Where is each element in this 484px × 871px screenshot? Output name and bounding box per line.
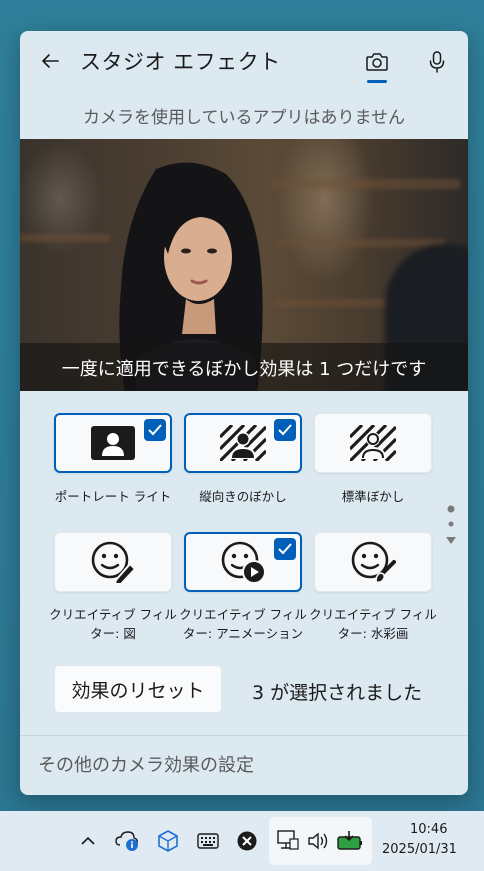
effect-illustrated-filter[interactable] (54, 532, 172, 592)
onedrive-tray[interactable] (112, 825, 144, 857)
selected-count-text: 3 が選択されました (252, 682, 423, 704)
clock-time[interactable]: 10:46 (410, 822, 447, 837)
divider (20, 735, 468, 736)
background-shelf (20, 234, 110, 242)
background-shelf (270, 179, 460, 189)
microphone-icon (429, 51, 445, 73)
illustrated-filter-icon (91, 541, 136, 584)
more-camera-settings-link[interactable]: その他のカメラ効果の設定 (38, 751, 254, 777)
header: スタジオ エフェクト (20, 31, 468, 91)
checkmark-icon (274, 538, 296, 560)
pager-indicator[interactable] (444, 503, 458, 553)
checkmark-icon (274, 419, 296, 441)
app-close-tray[interactable] (231, 825, 263, 857)
effect-portrait-light[interactable] (54, 413, 172, 473)
back-button[interactable] (36, 47, 64, 75)
touch-keyboard-tray[interactable] (192, 825, 224, 857)
effect-label: ポートレート ライト (54, 489, 172, 504)
clock-date[interactable]: 2025/01/31 (382, 842, 457, 857)
battery-charging-icon (337, 831, 362, 850)
effect-standard-blur[interactable] (314, 413, 432, 473)
effect-animated-filter[interactable] (184, 532, 302, 592)
taskbar: 10:46 2025/01/31 (0, 811, 484, 871)
chevron-up-icon (81, 836, 95, 845)
effect-label: クリエイティブ フィルター: 水彩画 (309, 607, 437, 641)
animated-filter-icon (221, 541, 266, 584)
watercolor-filter-icon (351, 541, 396, 583)
pager-dot (448, 521, 454, 527)
cube-network-icon (158, 830, 178, 852)
portrait-blur-icon (220, 425, 266, 461)
effect-label: クリエイティブ フィルター: アニメーション (179, 607, 307, 641)
checkmark-icon (144, 419, 166, 441)
effect-label: 標準ぼかし (341, 489, 405, 504)
network-app-tray[interactable] (152, 825, 184, 857)
pager-dot-active (447, 505, 455, 513)
page-title: スタジオ エフェクト (80, 50, 281, 74)
close-circle-icon (237, 831, 257, 851)
network-wired-icon (277, 830, 299, 850)
tab-microphone[interactable] (422, 47, 452, 77)
show-hidden-icons-button[interactable] (72, 825, 104, 857)
effect-label: 縦向きのぼかし (199, 489, 287, 504)
reset-effects-button[interactable]: 効果のリセット (54, 665, 222, 713)
camera-status-text: カメラを使用しているアプリはありません (83, 108, 405, 128)
pager-down-arrow-icon (446, 537, 456, 544)
blur-limit-caption: 一度に適用できるぼかし効果は 1 つだけです (61, 359, 427, 380)
keyboard-icon (197, 833, 219, 849)
background-shelf (275, 239, 445, 247)
camera-preview: 一度に適用できるぼかし効果は 1 つだけです (20, 139, 468, 391)
tab-camera-indicator (367, 80, 387, 83)
effect-watercolor-filter[interactable] (314, 532, 432, 592)
studio-effects-panel: スタジオ エフェクト カメラを使用しているアプリはありません 一度に適用できるぼ… (20, 31, 468, 795)
cloud-info-icon (115, 831, 138, 851)
camera-icon (366, 53, 388, 71)
volume-icon (308, 832, 328, 850)
portrait-light-icon (91, 426, 135, 460)
effect-portrait-blur[interactable] (184, 413, 302, 473)
back-arrow-icon (42, 54, 59, 68)
effect-label: クリエイティブ フィルター: 図 (49, 607, 177, 641)
quick-settings-group[interactable] (269, 817, 372, 865)
tab-camera[interactable] (362, 47, 392, 77)
standard-blur-icon (350, 425, 396, 461)
